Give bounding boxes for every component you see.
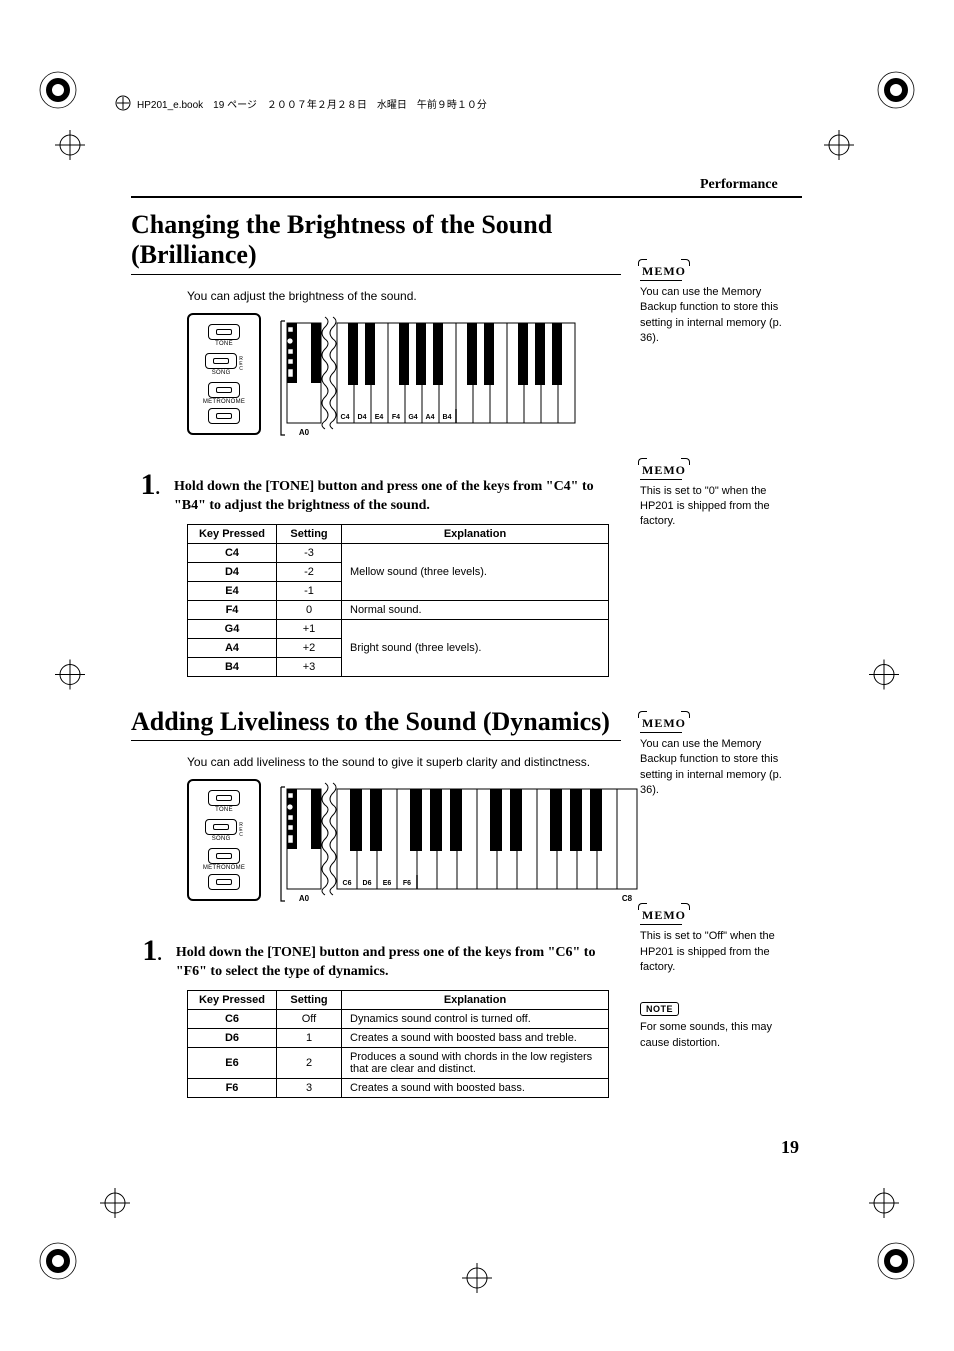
- header-rule: [131, 196, 802, 198]
- side-column: MEMO You can use the Memory Backup funct…: [640, 210, 800, 1069]
- section1-memo2: MEMO This is set to "0" when the HP201 i…: [640, 463, 800, 530]
- registration-mark-br: [876, 1241, 916, 1281]
- book-header: HP201_e.book 19 ページ ２００７年２月２８日 水曜日 午前９時１…: [115, 95, 487, 111]
- svg-text:A0: A0: [299, 428, 310, 437]
- section2-note-text: For some sounds, this may cause distorti…: [640, 1020, 800, 1051]
- section1-intro: You can adjust the brightness of the sou…: [187, 289, 621, 303]
- memo-label: MEMO: [640, 908, 688, 923]
- s1-th-key: Key Pressed: [188, 524, 277, 543]
- s1-th-setting: Setting: [277, 524, 342, 543]
- section1-step-text: Hold down the [TONE] button and press on…: [174, 470, 621, 516]
- song-button-label-2: SONG: [212, 836, 231, 842]
- svg-text:G4: G4: [408, 414, 417, 421]
- keyboard-diagram-1: A0: [267, 313, 587, 446]
- page: HP201_e.book 19 ページ ２００７年２月２８日 水曜日 午前９時１…: [0, 0, 954, 1351]
- memo-label: MEMO: [640, 264, 688, 279]
- svg-text:B4: B4: [443, 414, 452, 421]
- section2-table: Key Pressed Setting Explanation C6OffDyn…: [187, 990, 609, 1098]
- panel-buttons-2: TONE SONG REC METRONOME: [187, 779, 261, 901]
- blank-button-icon-2: [208, 874, 240, 890]
- tone-button-icon-2: [208, 790, 240, 806]
- svg-text:F6: F6: [403, 880, 411, 887]
- svg-text:F4: F4: [392, 414, 400, 421]
- book-info-text: HP201_e.book 19 ページ ２００７年２月２８日 水曜日 午前９時１…: [137, 96, 487, 111]
- main-content: Changing the Brightness of the Sound (Br…: [131, 210, 621, 1128]
- song-button-icon: [205, 353, 237, 369]
- section2-memo1-text: You can use the Memory Backup function t…: [640, 737, 800, 799]
- section2-memo2: MEMO This is set to "Off" when the HP201…: [640, 908, 800, 975]
- s2-th-setting: Setting: [277, 991, 342, 1010]
- section2-diagram: TONE SONG REC METRONOME: [187, 779, 621, 912]
- note-label: NOTE: [640, 1002, 679, 1016]
- svg-text:C6: C6: [343, 880, 352, 887]
- section1-memo1-text: You can use the Memory Backup function t…: [640, 285, 800, 347]
- tone-button-label-2: TONE: [215, 807, 233, 813]
- memo-label: MEMO: [640, 463, 688, 478]
- memo-label: MEMO: [640, 716, 688, 731]
- section1-title: Changing the Brightness of the Sound (Br…: [131, 210, 621, 270]
- chapter-title: Performance: [700, 177, 778, 193]
- crop-mark-bottom-inner-right: [869, 1188, 899, 1221]
- section2-memo2-text: This is set to "Off" when the HP201 is s…: [640, 929, 800, 975]
- metronome-button-icon: [208, 382, 240, 398]
- svg-text:A0: A0: [299, 894, 310, 903]
- song-button-icon-2: [205, 819, 237, 835]
- registration-mark-tr: [876, 70, 916, 110]
- s2-th-key: Key Pressed: [188, 991, 277, 1010]
- svg-text:E4: E4: [375, 414, 384, 421]
- section2-intro: You can add liveliness to the sound to g…: [187, 755, 621, 769]
- section1-step-num: 1.: [131, 470, 160, 516]
- tone-button-icon: [208, 324, 240, 340]
- section1-step: 1. Hold down the [TONE] button and press…: [131, 470, 621, 516]
- crop-mark-bottom: [462, 1263, 492, 1296]
- section2-step-text: Hold down the [TONE] button and press on…: [176, 936, 621, 982]
- crop-mark-right: [869, 659, 899, 692]
- section2-step: 1. Hold down the [TONE] button and press…: [131, 936, 621, 982]
- section1-rule: [131, 274, 621, 275]
- section1-diagram: TONE SONG REC METRONOME: [187, 313, 621, 446]
- section2-step-num: 1.: [131, 936, 162, 982]
- panel-buttons: TONE SONG REC METRONOME: [187, 313, 261, 435]
- rec-label-2: REC: [239, 823, 243, 838]
- crop-mark-top-inner-left: [55, 130, 85, 163]
- section1-memo1: MEMO You can use the Memory Backup funct…: [640, 264, 800, 347]
- svg-text:C8: C8: [622, 894, 633, 903]
- rec-label: REC: [239, 357, 243, 372]
- svg-text:D4: D4: [358, 414, 367, 421]
- metronome-button-label-2: METRONOME: [203, 865, 245, 871]
- registration-mark-bl: [38, 1241, 78, 1281]
- page-number: 19: [781, 1137, 799, 1158]
- song-button-label: SONG: [212, 370, 231, 376]
- crop-mark-bottom-inner-left: [100, 1188, 130, 1221]
- keyboard-diagram-2: A0: [267, 779, 657, 912]
- section1-table: Key Pressed Setting Explanation C4-3Mell…: [187, 524, 609, 677]
- s1-th-exp: Explanation: [342, 524, 609, 543]
- keyboard-svg-1: A0: [267, 313, 587, 443]
- svg-text:A4: A4: [426, 414, 435, 421]
- keyboard-svg-2: A0: [267, 779, 657, 909]
- svg-text:C4: C4: [341, 414, 350, 421]
- section2-memo1: MEMO You can use the Memory Backup funct…: [640, 716, 800, 799]
- section2-title: Adding Liveliness to the Sound (Dynamics…: [131, 707, 621, 737]
- metronome-button-label: METRONOME: [203, 399, 245, 405]
- section2-note: NOTE For some sounds, this may cause dis…: [640, 1001, 800, 1051]
- crop-mark-top-inner: [824, 130, 854, 163]
- tone-button-label: TONE: [215, 341, 233, 347]
- book-icon: [115, 95, 131, 111]
- blank-button-icon: [208, 408, 240, 424]
- svg-text:D6: D6: [363, 880, 372, 887]
- svg-text:E6: E6: [383, 880, 392, 887]
- metronome-button-icon-2: [208, 848, 240, 864]
- registration-mark-tl: [38, 70, 78, 110]
- s2-th-exp: Explanation: [342, 991, 609, 1010]
- section1-memo2-text: This is set to "0" when the HP201 is shi…: [640, 484, 800, 530]
- crop-mark-left: [55, 659, 85, 692]
- section2-rule: [131, 740, 621, 741]
